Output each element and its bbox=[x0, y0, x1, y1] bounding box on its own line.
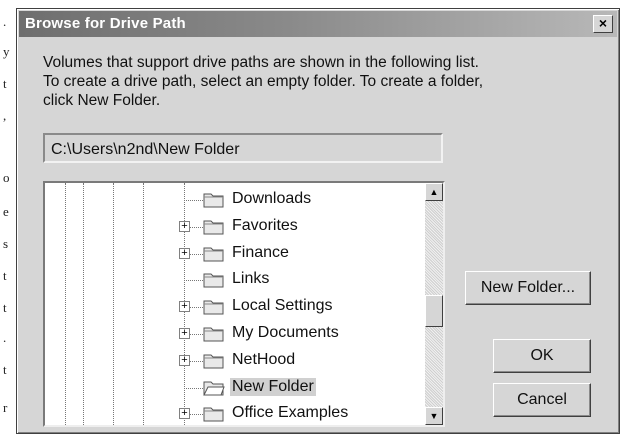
dialog-title: Browse for Drive Path bbox=[25, 15, 186, 32]
new-folder-button[interactable]: New Folder... bbox=[465, 271, 591, 305]
tree-item-label: Local Settings bbox=[232, 297, 333, 315]
tree-item-label: My Documents bbox=[232, 324, 339, 341]
edge-fragment: , bbox=[3, 108, 7, 123]
folder-icon bbox=[203, 325, 225, 342]
tree-item[interactable]: Links bbox=[45, 267, 425, 293]
folder-tree[interactable]: Downloads + Favorites + Finance Links + Local S… bbox=[43, 181, 445, 427]
tree-item[interactable]: + My Documents bbox=[45, 321, 425, 347]
folder-icon bbox=[203, 298, 225, 315]
expand-toggle[interactable]: + bbox=[179, 247, 190, 259]
selected-path-field: C:\Users\n2nd\New Folder bbox=[43, 133, 443, 163]
ok-button[interactable]: OK bbox=[493, 339, 591, 373]
edge-fragment: o bbox=[3, 170, 10, 185]
edge-fragment: e bbox=[3, 204, 9, 219]
instructions-line: To create a drive path, select an empty … bbox=[43, 73, 483, 90]
expand-toggle[interactable]: + bbox=[179, 354, 190, 366]
edge-fragment: t bbox=[3, 76, 7, 91]
instructions-line: Volumes that support drive paths are sho… bbox=[43, 54, 479, 71]
edge-fragment: . bbox=[3, 330, 7, 345]
tree-item-label: Favorites bbox=[232, 216, 298, 234]
edge-fragment: r bbox=[3, 400, 8, 415]
scroll-down-button[interactable]: ▼ bbox=[425, 407, 443, 425]
close-icon: × bbox=[598, 15, 608, 31]
cancel-button[interactable]: Cancel bbox=[493, 383, 591, 417]
arrow-up-icon: ▲ bbox=[429, 187, 439, 197]
folder-icon bbox=[203, 191, 225, 208]
vertical-scrollbar[interactable]: ▲ ▼ bbox=[425, 183, 443, 425]
scroll-thumb[interactable] bbox=[425, 295, 443, 327]
folder-icon bbox=[203, 271, 225, 288]
tree-item-label: Links bbox=[232, 270, 270, 288]
folder-icon bbox=[203, 352, 225, 369]
browse-drive-path-dialog: Browse for Drive Path × Volumes that sup… bbox=[16, 8, 620, 434]
tree-item[interactable]: New Folder bbox=[45, 375, 425, 401]
edge-fragment: . bbox=[3, 14, 7, 29]
expand-toggle[interactable]: + bbox=[179, 301, 190, 313]
tree-item[interactable]: + Favorites bbox=[45, 214, 425, 240]
tree-item[interactable]: + Finance bbox=[45, 241, 425, 267]
instructions-line: click New Folder. bbox=[43, 92, 161, 109]
edge-fragment: t bbox=[3, 362, 7, 377]
tree-item[interactable]: Downloads bbox=[45, 187, 425, 213]
tree-item-label: Downloads bbox=[232, 190, 312, 207]
expand-toggle[interactable]: + bbox=[179, 328, 190, 339]
tree-item[interactable]: + Local Settings bbox=[45, 294, 425, 320]
folder-icon bbox=[203, 405, 225, 422]
title-bar[interactable]: Browse for Drive Path × bbox=[19, 11, 617, 37]
folder-open-icon bbox=[203, 379, 225, 396]
folder-icon bbox=[203, 218, 225, 235]
expand-toggle[interactable]: + bbox=[179, 408, 190, 420]
tree-item-label: New Folder bbox=[230, 377, 316, 396]
scroll-up-button[interactable]: ▲ bbox=[425, 183, 443, 201]
close-button[interactable]: × bbox=[593, 15, 613, 33]
tree-item-label: Finance bbox=[232, 243, 289, 261]
background-page-text: . y t , o e s t t . t r bbox=[0, 0, 16, 436]
tree-item[interactable]: + Office Examples bbox=[45, 401, 425, 425]
expand-toggle[interactable]: + bbox=[179, 220, 190, 232]
instructions-text: Volumes that support drive paths are sho… bbox=[43, 53, 603, 110]
edge-fragment: t bbox=[3, 300, 7, 315]
edge-fragment: y bbox=[3, 44, 10, 59]
folder-icon bbox=[203, 245, 225, 262]
tree-item-label: NetHood bbox=[232, 350, 296, 368]
edge-fragment: t bbox=[3, 268, 7, 283]
tree-item-label: Office Examples bbox=[232, 404, 349, 422]
arrow-down-icon: ▼ bbox=[429, 411, 439, 421]
tree-item[interactable]: + NetHood bbox=[45, 348, 425, 374]
edge-fragment: s bbox=[3, 236, 9, 251]
